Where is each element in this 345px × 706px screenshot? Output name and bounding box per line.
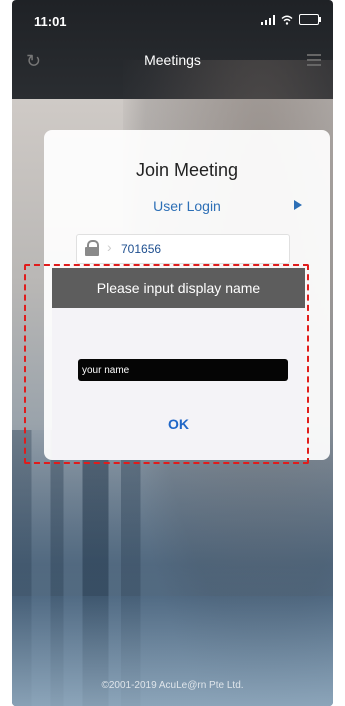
battery-icon [299,14,321,25]
chevron-right-icon: › [107,239,112,255]
status-bar: 11:01 [12,0,333,40]
wifi-icon [281,15,293,25]
nav-bar: ↻ Meetings [12,40,333,84]
status-time: 11:01 [34,14,67,29]
play-arrow-icon[interactable] [294,200,302,210]
highlight-box [24,264,309,464]
page-title: Meetings [144,52,201,68]
meeting-id-field[interactable]: › 701656 [76,234,290,264]
user-login-link[interactable]: User Login [44,198,330,214]
signal-icon [261,14,275,25]
menu-list-icon[interactable] [307,54,321,69]
join-meeting-title: Join Meeting [135,160,239,180]
lock-icon [85,240,99,256]
status-icons [261,14,321,25]
copyright-text: ©2001-2019 AcuLe@rn Pte Ltd. [101,680,244,691]
background-city [12,430,333,706]
meeting-id-value: 701656 [121,242,162,256]
